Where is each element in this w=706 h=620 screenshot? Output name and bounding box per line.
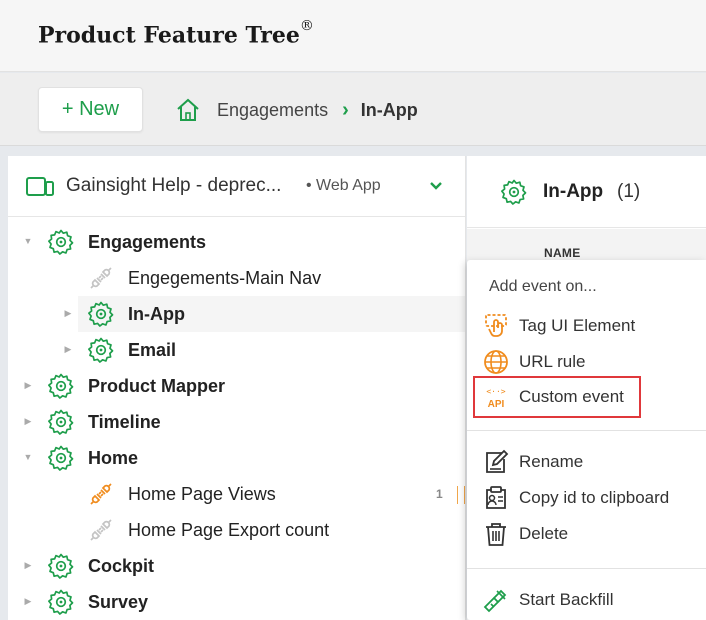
gear-icon <box>48 589 74 615</box>
globe-icon <box>484 350 508 374</box>
tree-item-email[interactable]: ▶ Email <box>8 332 465 368</box>
gear-icon <box>88 337 114 363</box>
menu-item-rename[interactable]: Rename <box>483 446 693 478</box>
breadcrumb: Engagements › In-App <box>175 97 418 123</box>
tree-item-product-mapper[interactable]: ▶ Product Mapper <box>8 368 465 404</box>
menu-item-tag-ui-element[interactable]: Tag UI Element <box>483 310 693 342</box>
menu-item-label: Copy id to clipboard <box>519 488 670 507</box>
tree-item-home-page-views[interactable]: Home Page Views 1 <box>8 476 465 512</box>
devices-icon <box>26 177 54 196</box>
gear-icon <box>501 179 527 205</box>
column-name-header[interactable]: NAME <box>544 246 581 260</box>
edit-icon <box>486 449 509 473</box>
tree-item-label: Home <box>88 448 139 468</box>
panel-count: (1) <box>617 181 641 202</box>
tree-item-label: Timeline <box>88 412 161 432</box>
gear-icon <box>48 445 74 471</box>
home-icon[interactable] <box>175 97 201 123</box>
tree-item-label: Home Page Export count <box>128 520 330 540</box>
tree-item-label: Product Mapper <box>88 376 226 396</box>
registered-mark: ® <box>299 18 314 34</box>
expand-toggle-icon[interactable]: ▶ <box>23 560 33 571</box>
api-icon: <··> API <box>486 387 505 410</box>
tree-item-label: Cockpit <box>88 556 155 576</box>
tree-item-label: Engagements <box>88 232 207 252</box>
gear-icon <box>48 373 74 399</box>
drag-handle-icon[interactable] <box>457 486 465 504</box>
page-title: Product Feature Tree® <box>38 18 314 49</box>
feature-tree-panel: Gainsight Help - deprec... • Web App ▼ En… <box>8 156 466 620</box>
plug-icon <box>88 517 114 543</box>
app-selector[interactable]: Gainsight Help - deprec... • Web App <box>8 156 465 217</box>
app-type: • Web App <box>306 177 381 194</box>
menu-item-copy-id[interactable]: Copy id to clipboard <box>483 482 693 514</box>
tree-item-in-app[interactable]: ▶ In-App <box>65 296 465 332</box>
svg-text:API: API <box>488 399 505 410</box>
tree-item-label: Survey <box>88 592 149 612</box>
panel-title: In-App <box>543 181 604 202</box>
tree-item-label: Home Page Views <box>128 484 276 504</box>
plug-active-icon <box>88 481 114 507</box>
menu-item-label: Tag UI Element <box>519 316 636 335</box>
tree-item-engegements-main-nav[interactable]: Engegements-Main Nav <box>8 260 465 296</box>
gear-icon <box>48 553 74 579</box>
gear-icon <box>48 229 74 255</box>
tree-item-label: Email <box>128 340 177 360</box>
chevron-down-icon[interactable] <box>428 178 444 194</box>
menu-item-url-rule[interactable]: URL rule <box>483 346 693 378</box>
tree-item-label: In-App <box>128 304 185 324</box>
expand-toggle-icon[interactable]: ▶ <box>23 596 33 607</box>
menu-item-label: URL rule <box>519 352 586 371</box>
plug-icon <box>88 265 114 291</box>
tree-item-home-page-export-count[interactable]: Home Page Export count <box>8 512 465 548</box>
collapse-toggle-icon[interactable]: ▼ <box>23 236 33 246</box>
menu-divider <box>467 430 706 431</box>
expand-toggle-icon[interactable]: ▶ <box>23 416 33 427</box>
gear-icon <box>88 301 114 327</box>
breadcrumb-engagements[interactable]: Engagements <box>217 100 328 121</box>
trash-icon <box>486 523 506 546</box>
tree-item-cockpit[interactable]: ▶ Cockpit <box>8 548 465 584</box>
menu-item-delete[interactable]: Delete <box>483 518 693 550</box>
usage-count: 1 <box>436 487 443 501</box>
panel-header: In-App (1) <box>467 156 706 228</box>
title-bar: Product Feature Tree® <box>0 0 706 72</box>
collapse-toggle-icon[interactable]: ▼ <box>23 452 33 462</box>
backfill-icon <box>483 589 507 613</box>
tree-item-timeline[interactable]: ▶ Timeline <box>8 404 465 440</box>
expand-toggle-icon[interactable]: ▶ <box>23 380 33 391</box>
tree-item-engagements[interactable]: ▼ Engagements <box>8 224 465 260</box>
toolbar: + New Engagements › In-App <box>0 73 706 146</box>
menu-divider <box>467 568 706 569</box>
menu-item-start-backfill[interactable]: Start Backfill <box>483 584 693 616</box>
tree-item-home[interactable]: ▼ Home <box>8 440 465 476</box>
breadcrumb-in-app: In-App <box>360 99 418 120</box>
menu-title: Add event on... <box>489 278 597 295</box>
menu-item-label: Delete <box>519 524 569 543</box>
menu-item-label: Rename <box>519 452 584 471</box>
expand-toggle-icon[interactable]: ▶ <box>63 308 73 319</box>
svg-text:<··>: <··> <box>486 387 505 396</box>
app-name: Gainsight Help - deprec... <box>66 175 282 196</box>
new-button[interactable]: + New <box>38 87 143 132</box>
tree-item-survey[interactable]: ▶ Survey <box>8 584 465 620</box>
tree-item-label: Engegements-Main Nav <box>128 268 322 288</box>
expand-toggle-icon[interactable]: ▶ <box>63 344 73 355</box>
context-menu: Add event on... Tag UI Element URL rule … <box>467 260 706 620</box>
menu-item-label: Custom event <box>519 387 624 406</box>
chevron-right-icon: › <box>342 98 349 121</box>
tag-ui-element-icon <box>485 314 507 337</box>
gear-icon <box>48 409 74 435</box>
menu-item-label: Start Backfill <box>519 590 614 609</box>
menu-item-custom-event[interactable]: <··> API Custom event <box>473 376 641 418</box>
copy-id-icon <box>486 486 506 509</box>
